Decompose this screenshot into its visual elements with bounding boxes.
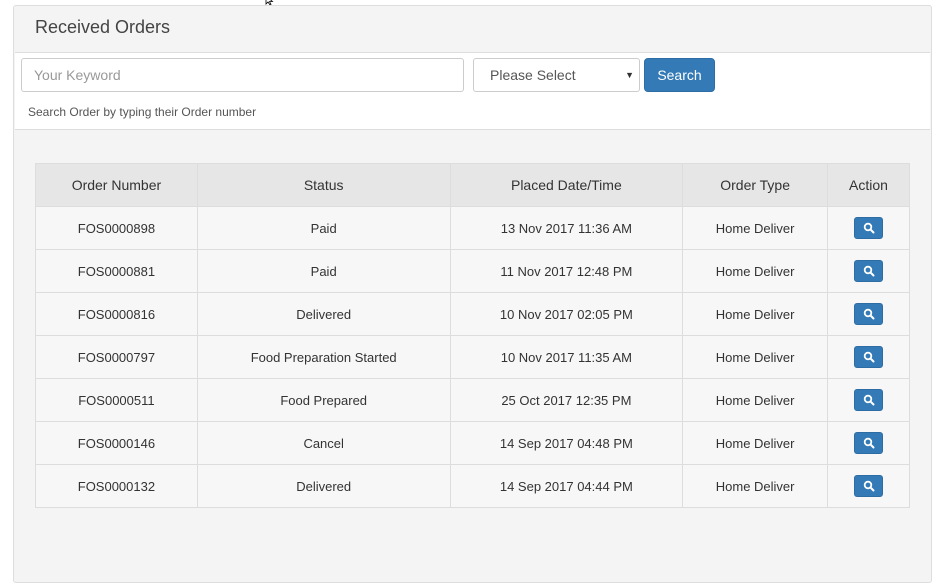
column-header-order-type: Order Type bbox=[682, 163, 829, 207]
action-cell bbox=[827, 292, 910, 336]
order-type-cell: Home Deliver bbox=[682, 464, 829, 508]
filter-select[interactable]: Please Select ▼ bbox=[473, 58, 640, 92]
placed-date-cell: 10 Nov 2017 11:35 AM bbox=[450, 335, 684, 379]
view-order-button[interactable] bbox=[854, 432, 884, 454]
action-cell bbox=[827, 249, 910, 293]
placed-date-cell: 25 Oct 2017 12:35 PM bbox=[450, 378, 684, 422]
orders-table: Order Number Status Placed Date/Time Ord… bbox=[35, 163, 910, 508]
search-form: Please Select ▼ Search Search Order by t… bbox=[15, 52, 930, 130]
order-type-cell: Home Deliver bbox=[682, 421, 829, 465]
status-cell: Paid bbox=[197, 206, 451, 250]
order-type-cell: Home Deliver bbox=[682, 206, 829, 250]
table-row: FOS0000511 Food Prepared 25 Oct 2017 12:… bbox=[35, 378, 910, 422]
table-row: FOS0000816 Delivered 10 Nov 2017 02:05 P… bbox=[35, 292, 910, 336]
search-icon bbox=[863, 308, 875, 320]
order-number-cell: FOS0000797 bbox=[35, 335, 198, 379]
view-order-button[interactable] bbox=[854, 475, 884, 497]
search-button[interactable]: Search bbox=[644, 58, 715, 92]
order-type-cell: Home Deliver bbox=[682, 335, 829, 379]
table-row: FOS0000898 Paid 13 Nov 2017 11:36 AM Hom… bbox=[35, 206, 910, 250]
placed-date-cell: 10 Nov 2017 02:05 PM bbox=[450, 292, 684, 336]
order-number-cell: FOS0000146 bbox=[35, 421, 198, 465]
column-header-placed-date-time: Placed Date/Time bbox=[450, 163, 684, 207]
search-icon bbox=[863, 265, 875, 277]
caret-down-icon: ▼ bbox=[625, 70, 634, 80]
search-icon bbox=[863, 222, 875, 234]
search-help-text: Search Order by typing their Order numbe… bbox=[28, 105, 257, 119]
placed-date-cell: 14 Sep 2017 04:44 PM bbox=[450, 464, 684, 508]
order-number-cell: FOS0000816 bbox=[35, 292, 198, 336]
table-row: FOS0000146 Cancel 14 Sep 2017 04:48 PM H… bbox=[35, 421, 910, 465]
view-order-button[interactable] bbox=[854, 389, 884, 411]
action-cell bbox=[827, 378, 910, 422]
order-type-cell: Home Deliver bbox=[682, 249, 829, 293]
order-number-cell: FOS0000132 bbox=[35, 464, 198, 508]
order-number-cell: FOS0000881 bbox=[35, 249, 198, 293]
placed-date-cell: 14 Sep 2017 04:48 PM bbox=[450, 421, 684, 465]
search-icon bbox=[863, 437, 875, 449]
search-icon bbox=[863, 394, 875, 406]
action-cell bbox=[827, 335, 910, 379]
order-number-cell: FOS0000511 bbox=[35, 378, 198, 422]
placed-date-cell: 13 Nov 2017 11:36 AM bbox=[450, 206, 684, 250]
received-orders-panel: Received Orders Please Select ▼ Search S… bbox=[13, 5, 932, 583]
action-cell bbox=[827, 464, 910, 508]
status-cell: Delivered bbox=[197, 464, 451, 508]
order-number-cell: FOS0000898 bbox=[35, 206, 198, 250]
table-row: FOS0000797 Food Preparation Started 10 N… bbox=[35, 335, 910, 379]
placed-date-cell: 11 Nov 2017 12:48 PM bbox=[450, 249, 684, 293]
order-type-cell: Home Deliver bbox=[682, 292, 829, 336]
table-header-row: Order Number Status Placed Date/Time Ord… bbox=[35, 163, 910, 207]
search-icon bbox=[863, 351, 875, 363]
table-row: FOS0000881 Paid 11 Nov 2017 12:48 PM Hom… bbox=[35, 249, 910, 293]
table-row: FOS0000132 Delivered 14 Sep 2017 04:44 P… bbox=[35, 464, 910, 508]
action-cell bbox=[827, 206, 910, 250]
search-icon bbox=[863, 480, 875, 492]
view-order-button[interactable] bbox=[854, 217, 884, 239]
column-header-status: Status bbox=[197, 163, 451, 207]
status-cell: Food Prepared bbox=[197, 378, 451, 422]
view-order-button[interactable] bbox=[854, 260, 884, 282]
keyword-search-input[interactable] bbox=[21, 58, 464, 92]
page-title: Received Orders bbox=[35, 17, 171, 37]
view-order-button[interactable] bbox=[854, 346, 884, 368]
status-cell: Paid bbox=[197, 249, 451, 293]
column-header-action: Action bbox=[827, 163, 910, 207]
filter-select-value: Please Select bbox=[490, 67, 576, 83]
view-order-button[interactable] bbox=[854, 303, 884, 325]
order-type-cell: Home Deliver bbox=[682, 378, 829, 422]
column-header-order-number: Order Number bbox=[35, 163, 198, 207]
action-cell bbox=[827, 421, 910, 465]
status-cell: Delivered bbox=[197, 292, 451, 336]
status-cell: Cancel bbox=[197, 421, 451, 465]
status-cell: Food Preparation Started bbox=[197, 335, 451, 379]
